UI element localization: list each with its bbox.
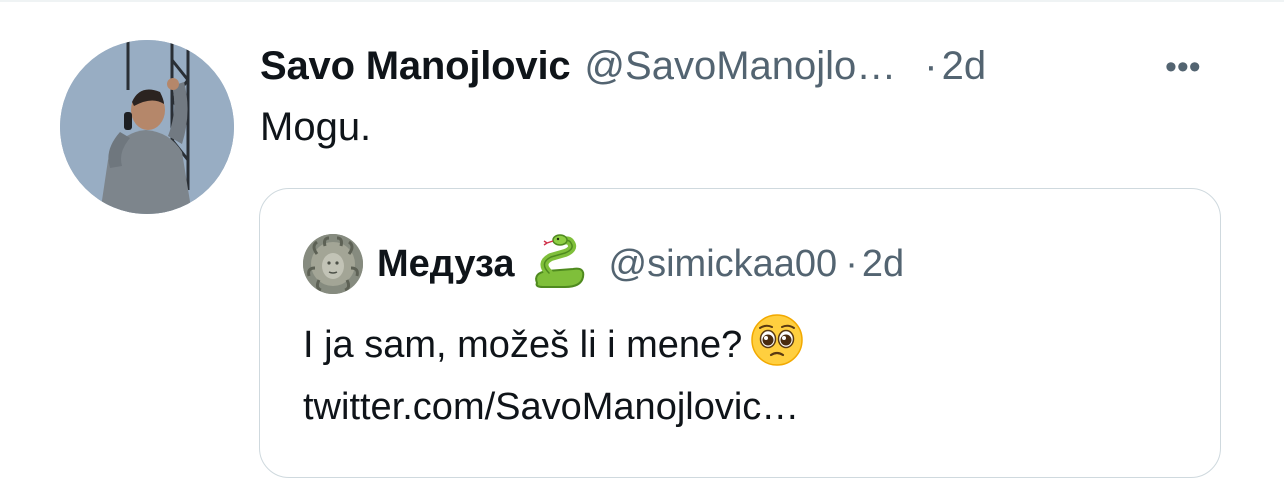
- quoted-text-line: I ja sam, možeš li i mene?: [303, 313, 1183, 376]
- quoted-author-handle[interactable]: @simickaa00: [609, 243, 838, 286]
- more-options-icon[interactable]: •••: [1165, 48, 1201, 87]
- quoted-tweet-link[interactable]: twitter.com/SavoManojlovic…: [303, 376, 1183, 438]
- snake-icon: [529, 233, 591, 295]
- author-handle[interactable]: @SavoManojlo…: [584, 44, 896, 89]
- quoted-author-name[interactable]: Медуза: [377, 243, 515, 286]
- quoted-header-separator: ·: [845, 242, 858, 285]
- quoted-tweet-header: Медуза @simickaa00 · 2d: [303, 233, 904, 295]
- pleading-face-icon: [750, 313, 804, 367]
- quoted-tweet-timestamp[interactable]: 2d: [862, 243, 904, 286]
- quoted-tweet-text: I ja sam, možeš li i mene? twitter.com/S…: [303, 313, 1183, 438]
- tweet-header: Savo Manojlovic @SavoManojlo… · 2d •••: [260, 40, 1250, 92]
- author-avatar[interactable]: [60, 40, 234, 214]
- author-name[interactable]: Savo Manojlovic: [260, 44, 571, 89]
- top-divider: [0, 0, 1284, 2]
- quoted-author-avatar: [303, 234, 363, 294]
- tweet-timestamp[interactable]: 2d: [942, 44, 987, 89]
- header-separator: ·: [924, 43, 938, 88]
- quoted-tweet-card[interactable]: Медуза @simickaa00 · 2d I ja sam, možeš …: [259, 188, 1221, 478]
- quoted-text-sentence: I ja sam, možeš li i mene?: [303, 324, 743, 366]
- tweet-text: Mogu.: [260, 105, 372, 149]
